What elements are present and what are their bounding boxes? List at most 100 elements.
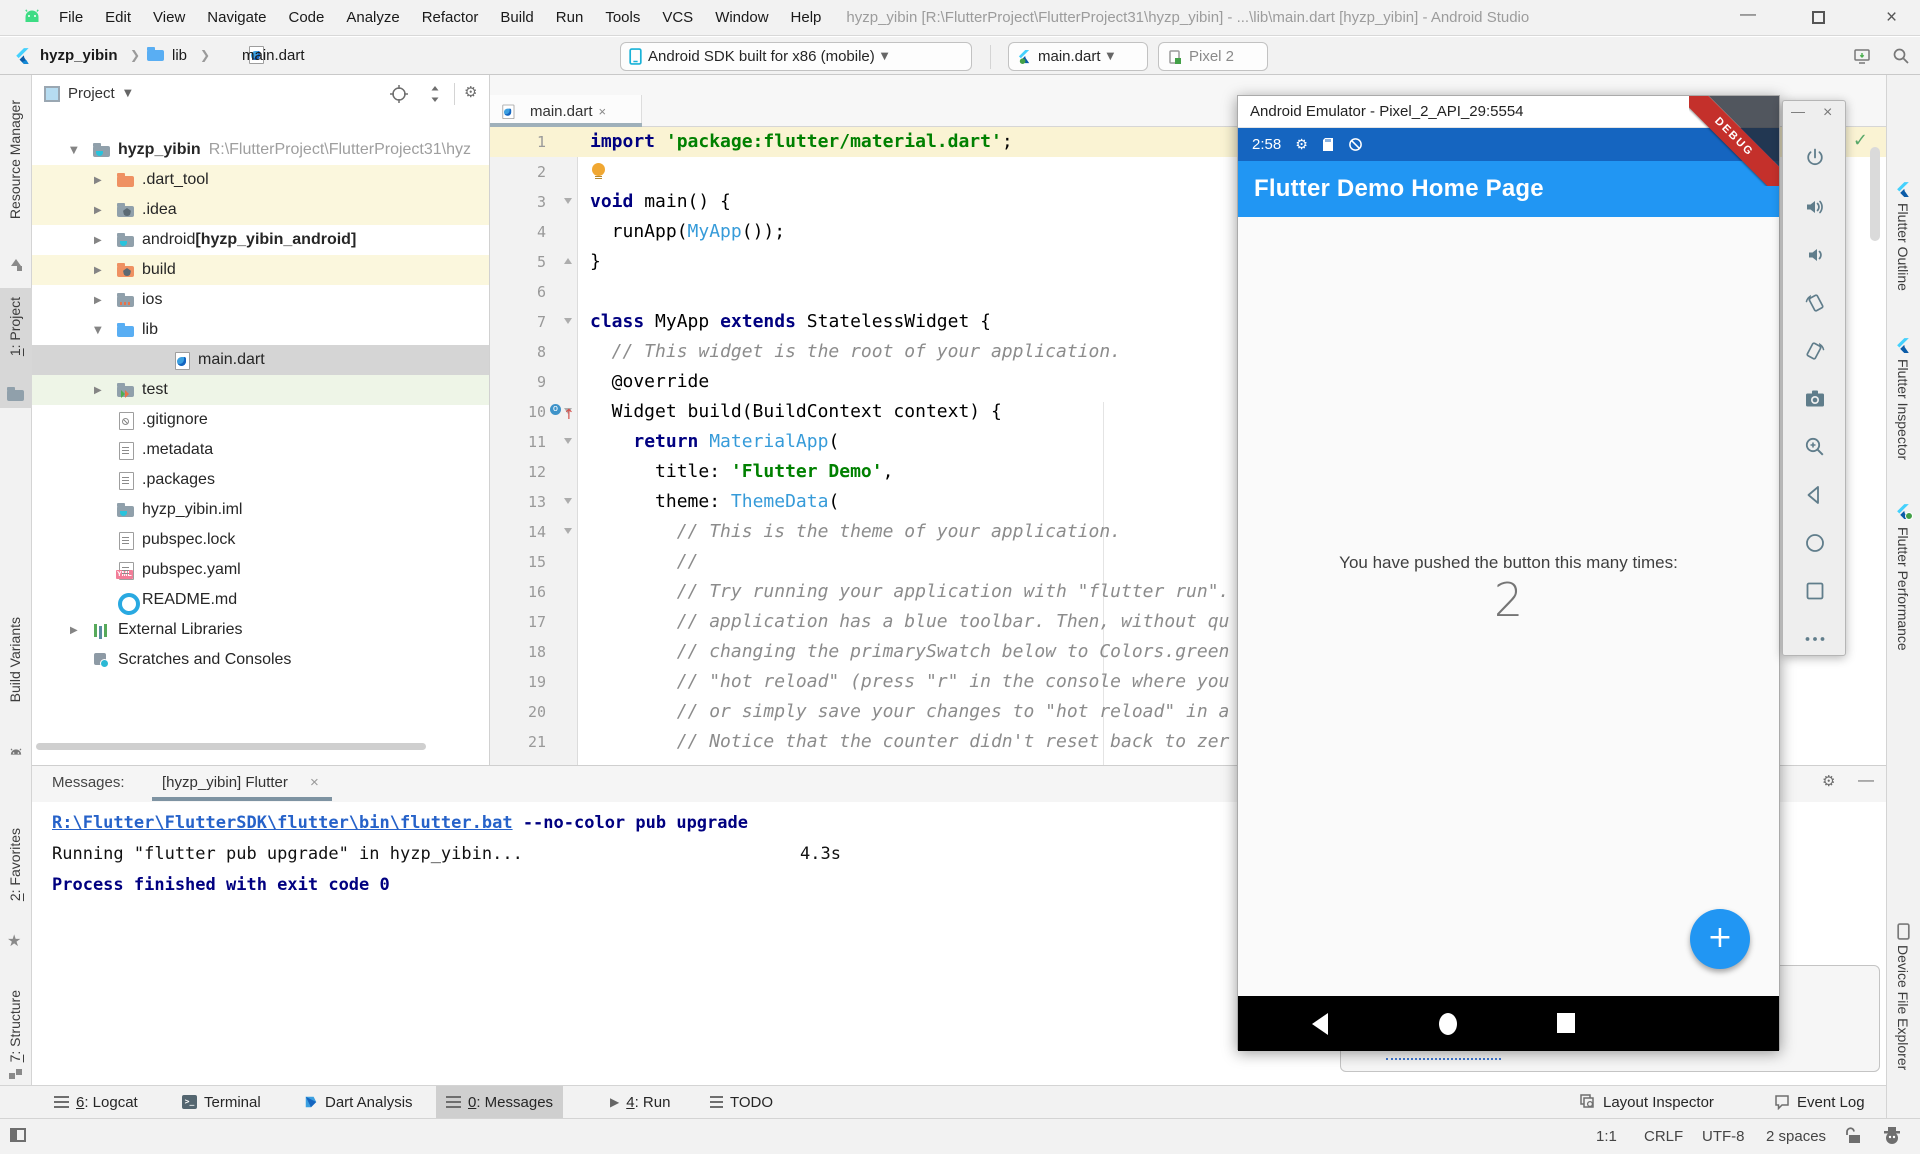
lock-open-icon[interactable] [1845,1127,1862,1145]
locate-file-icon[interactable] [390,85,408,103]
tool-tab-project[interactable]: 1: Project [7,297,23,356]
tree-item-test[interactable]: ▶test [32,375,490,405]
tree-item--dart-tool[interactable]: ▶.dart_tool [32,165,490,195]
tool-tab-flutter-performance[interactable]: Flutter Performance [1895,527,1911,651]
encoding[interactable]: UTF-8 [1702,1128,1745,1145]
tree-item--gitignore[interactable]: .gitignore [32,405,490,435]
camera-icon[interactable] [1803,387,1827,411]
hide-panel-icon[interactable]: — [1858,772,1874,790]
tree-item-hyzp-yibin[interactable]: ▼hyzp_yibinR:\FlutterProject\FlutterProj… [32,135,490,165]
tool-tab-layout-inspector[interactable]: Layout Inspector [1570,1086,1724,1118]
caret-position[interactable]: 1:1 [1596,1128,1617,1145]
chevron-collapsed-icon[interactable]: ▶ [94,205,102,216]
power-icon[interactable] [1803,147,1827,171]
menu-edit[interactable]: Edit [94,9,142,26]
balloon-link[interactable] [1386,1050,1501,1060]
chevron-expanded-icon[interactable]: ▼ [70,145,78,156]
overview-icon[interactable] [1803,579,1827,603]
chevron-collapsed-icon[interactable]: ▶ [70,625,78,636]
volume-down-icon[interactable] [1803,243,1827,267]
indent-setting[interactable]: 2 spaces [1766,1128,1826,1145]
tree-item-lib[interactable]: ▼lib [32,315,490,345]
menu-view[interactable]: View [142,9,196,26]
menu-help[interactable]: Help [780,9,833,26]
tree-item-ios[interactable]: ▶ios [32,285,490,315]
tool-tab-flutter-inspector[interactable]: Flutter Inspector [1895,359,1911,460]
minimize-window-icon[interactable]: — [1740,6,1756,24]
tree-item--packages[interactable]: .packages [32,465,490,495]
minimize-emulator-icon[interactable]: — [1791,103,1805,119]
chevron-collapsed-icon[interactable]: ▶ [94,295,102,306]
tree-item-pubspec-lock[interactable]: pubspec.lock [32,525,490,555]
rotate-right-icon[interactable] [1803,339,1827,363]
tree-item--metadata[interactable]: .metadata [32,435,490,465]
tool-tab-terminal[interactable]: >_Terminal [172,1086,271,1118]
volume-up-icon[interactable] [1803,195,1827,219]
fold-marker-icon[interactable] [564,318,572,328]
nav-home-icon[interactable] [1436,1012,1460,1036]
tree-item-hyzp-yibin-iml[interactable]: hyzp_yibin.iml [32,495,490,525]
run-config-dropdown[interactable]: main.dart ▼ [1008,42,1148,71]
fold-marker-icon[interactable] [564,198,572,208]
close-tab-icon[interactable]: × [310,774,319,791]
hector-inspection-icon[interactable] [1882,1126,1902,1146]
nav-back-icon[interactable] [1310,1012,1332,1036]
tool-tab-dart-analysis[interactable]: Dart Analysis [294,1086,423,1118]
menu-navigate[interactable]: Navigate [196,9,277,26]
tree-item-main-dart[interactable]: main.dart [32,345,490,375]
tool-tab-structure[interactable]: 7: Structure [7,990,23,1062]
fab-add-button[interactable]: + [1690,909,1750,969]
horizontal-scrollbar[interactable] [36,743,426,750]
fold-marker-icon[interactable] [564,438,572,448]
tool-tab-build-variants[interactable]: Build Variants [7,617,23,702]
tool-window-toggle-icon[interactable] [10,1128,26,1142]
tool-tab-todo[interactable]: TODO [700,1086,783,1118]
maximize-window-icon[interactable] [1812,11,1825,24]
menu-file[interactable]: File [48,9,94,26]
device-selector-dropdown[interactable]: Android SDK built for x86 (mobile) ▼ [620,42,972,71]
tool-tab-favorites[interactable]: 2: Favorites [7,828,23,901]
back-icon[interactable] [1803,483,1827,507]
close-window-icon[interactable]: × [1886,7,1897,29]
fold-marker-icon[interactable] [564,498,572,508]
editor-scrollbar[interactable] [1870,147,1880,241]
breadcrumb-dir[interactable]: lib [172,47,187,64]
target-device-button[interactable]: Pixel 2 [1158,42,1268,71]
fold-marker-icon[interactable] [564,254,572,264]
line-ending[interactable]: CRLF [1644,1128,1683,1145]
menu-code[interactable]: Code [277,9,335,26]
chevron-expanded-icon[interactable]: ▼ [94,325,102,336]
gear-icon[interactable]: ⚙ [1822,772,1835,790]
menu-analyze[interactable]: Analyze [335,9,410,26]
menu-window[interactable]: Window [704,9,779,26]
more-icon[interactable] [1803,627,1827,651]
sync-project-icon[interactable] [1853,47,1871,65]
override-marker-icon[interactable]: o [550,404,561,415]
menu-build[interactable]: Build [489,9,544,26]
menu-refactor[interactable]: Refactor [411,9,490,26]
zoom-in-icon[interactable] [1803,435,1827,459]
tree-item-android[interactable]: ▶android [hyzp_yibin_android] [32,225,490,255]
breadcrumb-project[interactable]: hyzp_yibin [40,47,118,64]
tree-item-scratches-and-consoles[interactable]: Scratches and Consoles [32,645,490,675]
tool-tab-flutter-outline[interactable]: Flutter Outline [1895,203,1911,291]
tool-tab-0-messages[interactable]: 0: Messages [436,1086,563,1118]
chevron-collapsed-icon[interactable]: ▶ [94,235,102,246]
tree-item-build[interactable]: ▶build [32,255,490,285]
menu-vcs[interactable]: VCS [651,9,704,26]
tool-tab-4-run[interactable]: ▶4: Run [600,1086,680,1118]
tree-item-readme-md[interactable]: README.md [32,585,490,615]
tool-tab-resource-manager[interactable]: Resource Manager [7,100,23,219]
tree-item-pubspec-yaml[interactable]: YMLpubspec.yaml [32,555,490,585]
chevron-collapsed-icon[interactable]: ▶ [94,175,102,186]
console-link[interactable]: R:\Flutter\FlutterSDK\flutter\bin\flutte… [52,813,513,833]
breadcrumb-file[interactable]: main.dart [242,47,305,64]
tool-tab-event-log[interactable]: Event Log [1764,1086,1875,1118]
close-tab-icon[interactable]: × [599,104,607,119]
collapse-all-icon[interactable] [426,85,444,103]
gear-icon[interactable]: ⚙ [464,83,477,101]
tool-tab-device-file-explorer[interactable]: Device File Explorer [1895,945,1911,1070]
search-icon[interactable] [1892,47,1910,65]
menu-tools[interactable]: Tools [594,9,651,26]
tree-item-external-libraries[interactable]: ▶External Libraries [32,615,490,645]
